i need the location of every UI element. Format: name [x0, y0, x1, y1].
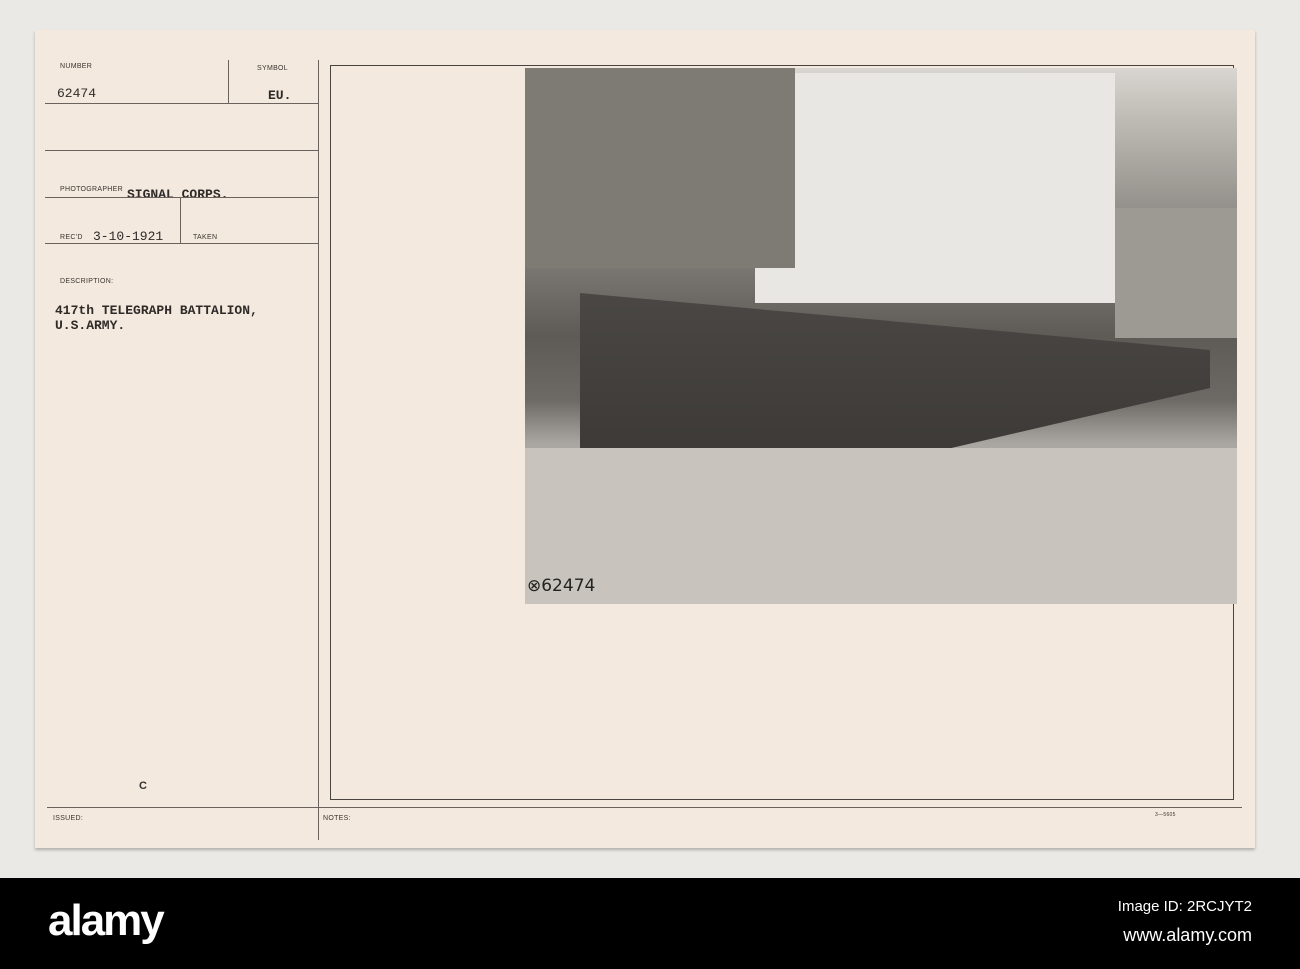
- stock-footer: alamy Image ID: 2RCJYT2 www.alamy.com: [0, 878, 1300, 969]
- hillside: [1115, 208, 1237, 338]
- recd-value: 3-10-1921: [93, 229, 164, 244]
- divider: [180, 197, 181, 244]
- column-divider: [318, 60, 319, 840]
- divider: [45, 103, 318, 104]
- description-line-1: 417th TELEGRAPH BATTALION,: [55, 303, 258, 318]
- form-number: 3—5605: [1155, 812, 1176, 818]
- divider: [45, 243, 318, 244]
- notes-label: NOTES:: [323, 815, 351, 822]
- image-id: Image ID: 2RCJYT2: [1117, 898, 1252, 915]
- description-label: DESCRIPTION:: [60, 278, 114, 285]
- class-mark: C: [139, 780, 147, 792]
- symbol-value: EU.: [268, 88, 292, 103]
- photo-number-handwritten: ⊗62474: [527, 576, 596, 596]
- photographer-value: SIGNAL CORPS.: [127, 187, 229, 202]
- taken-label: TAKEN: [193, 234, 218, 241]
- recd-label: REC'D: [60, 234, 83, 241]
- description-line-2: U.S.ARMY.: [55, 318, 126, 333]
- cobblestone-street: [525, 448, 1237, 604]
- number-label: NUMBER: [60, 63, 93, 70]
- divider: [45, 197, 318, 198]
- site-url[interactable]: www.alamy.com: [1123, 925, 1252, 946]
- divider: [45, 150, 318, 151]
- issued-label: ISSUED:: [53, 815, 84, 822]
- symbol-label: SYMBOL: [257, 65, 288, 72]
- photographer-label: PHOTOGRAPHER: [60, 186, 123, 193]
- building: [525, 68, 795, 268]
- battalion-photograph: ⊗62474: [525, 68, 1237, 604]
- divider: [228, 60, 229, 103]
- number-value: 62474: [57, 86, 97, 101]
- brand-logo: alamy: [48, 896, 165, 945]
- divider: [47, 807, 1242, 808]
- archival-photo-card: NUMBER 62474 SYMBOL EU. PHOTOGRAPHER SIG…: [35, 30, 1255, 848]
- building: [755, 73, 1115, 303]
